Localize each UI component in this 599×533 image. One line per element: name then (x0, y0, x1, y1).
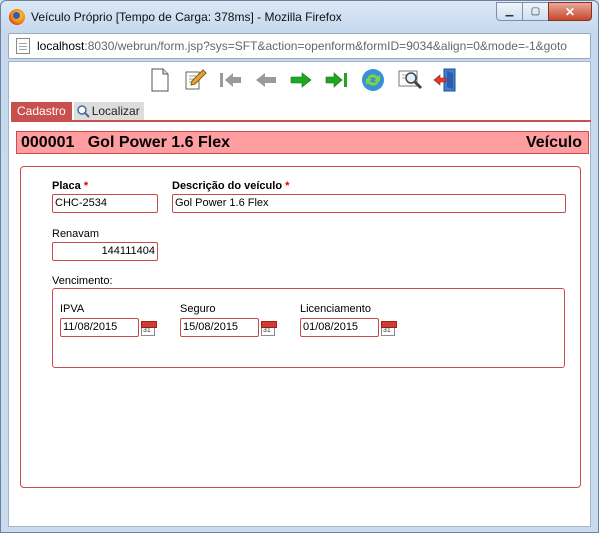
record-code: 000001 (21, 133, 75, 151)
form-tabs: Cadastro Localizar (11, 102, 146, 120)
ipva-calendar-icon[interactable] (141, 321, 157, 336)
tab-underline (11, 120, 591, 122)
tab-cadastro[interactable]: Cadastro (11, 102, 72, 120)
seguro-field[interactable]: 15/08/2015 (180, 318, 259, 337)
magnifier-icon (76, 105, 90, 118)
previous-record-icon[interactable] (252, 66, 280, 94)
close-button[interactable]: ✕ (548, 2, 592, 21)
next-record-icon[interactable] (287, 66, 315, 94)
placa-field[interactable]: CHC-2534 (52, 194, 158, 213)
entity-name: Veículo (525, 133, 582, 151)
placa-label: Placa * (52, 180, 88, 192)
ipva-label: IPVA (60, 303, 85, 315)
renavam-field[interactable]: 144111404 (52, 242, 158, 261)
seguro-label: Seguro (180, 303, 216, 315)
required-mark: * (285, 180, 290, 192)
vencimento-label: Vencimento: (52, 275, 113, 287)
form-panel: Placa * CHC-2534 Descrição do veículo * … (20, 166, 581, 488)
address-bar[interactable]: localhost:8030/webrun/form.jsp?sys=SFT&a… (8, 33, 591, 59)
page-icon (16, 38, 30, 54)
last-record-icon[interactable] (323, 66, 351, 94)
licenciamento-calendar-icon[interactable] (381, 321, 397, 336)
descricao-label-text: Descrição do veículo (172, 180, 283, 192)
record-toolbar (9, 66, 592, 96)
url-host: localhost (37, 39, 85, 53)
window-title: Veículo Próprio [Tempo de Carga: 378ms] … (31, 10, 342, 24)
required-mark: * (83, 180, 89, 192)
refresh-icon[interactable] (359, 66, 387, 94)
window-controls: ▁ ▢ ✕ (496, 2, 592, 21)
record-name: Gol Power 1.6 Flex (87, 133, 231, 151)
tab-localizar-label: Localizar (91, 104, 140, 118)
descricao-field[interactable]: Gol Power 1.6 Flex (172, 194, 566, 213)
record-title: 000001 Gol Power 1.6 Flex (21, 134, 230, 152)
licenciamento-label: Licenciamento (300, 303, 371, 315)
edit-icon[interactable] (181, 66, 209, 94)
record-header: 000001 Gol Power 1.6 Flex Veículo (16, 131, 589, 154)
url-text[interactable]: localhost:8030/webrun/form.jsp?sys=SFT&a… (37, 39, 585, 53)
first-record-icon[interactable] (216, 66, 244, 94)
placa-label-text: Placa (52, 180, 81, 192)
tab-localizar[interactable]: Localizar (73, 102, 144, 120)
new-document-icon[interactable] (146, 66, 174, 94)
maximize-button[interactable]: ▢ (522, 2, 549, 21)
url-path: :8030/webrun/form.jsp?sys=SFT&action=ope… (84, 39, 567, 53)
renavam-label: Renavam (52, 228, 100, 240)
minimize-button[interactable]: ▁ (496, 2, 523, 21)
search-icon[interactable] (397, 66, 425, 94)
vencimento-group: IPVA 11/08/2015 Seguro 15/08/2015 Licenc… (52, 288, 565, 368)
browser-window: Veículo Próprio [Tempo de Carga: 378ms] … (0, 0, 599, 533)
ipva-field[interactable]: 11/08/2015 (60, 318, 139, 337)
firefox-logo-icon (9, 9, 25, 25)
seguro-calendar-icon[interactable] (261, 321, 277, 336)
licenciamento-field[interactable]: 01/08/2015 (300, 318, 379, 337)
page-content: Cadastro Localizar 000001 Gol Power 1.6 … (8, 61, 591, 527)
title-bar[interactable]: Veículo Próprio [Tempo de Carga: 378ms] … (1, 1, 598, 31)
descricao-label: Descrição do veículo * (172, 180, 289, 192)
exit-icon[interactable] (431, 66, 459, 94)
